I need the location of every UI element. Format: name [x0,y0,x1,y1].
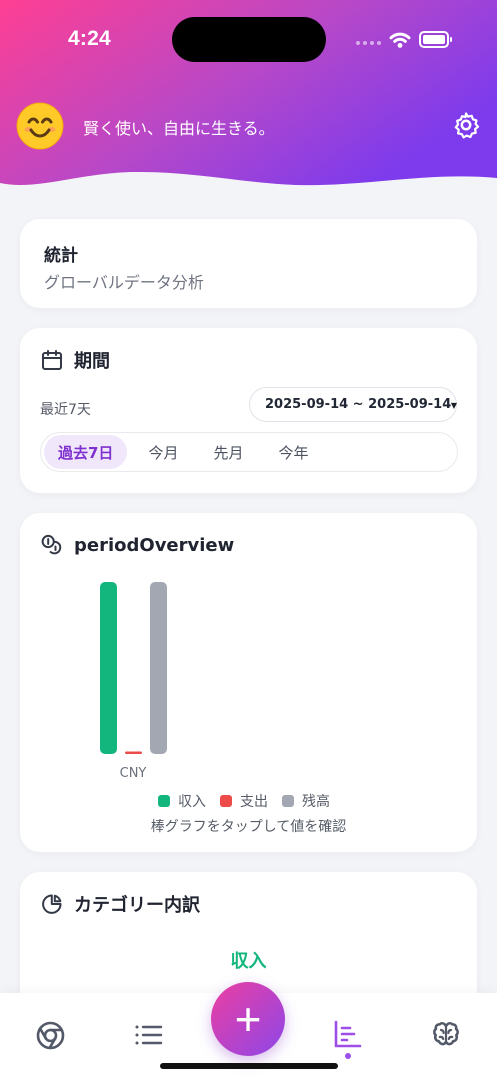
chart-hint: 棒グラフをタップして値を確認 [150,819,347,835]
wifi-icon [389,32,411,48]
gear-icon[interactable] [451,110,481,140]
chart-category-label: CNY [120,766,147,781]
period-title-row: 期間 [40,347,110,373]
brain-icon [433,1022,459,1046]
period-title: 期間 [74,351,110,372]
nav-overview[interactable] [32,1018,68,1052]
legend-balance-label: 残高 [302,794,330,810]
period-label: 最近7天 [40,402,91,418]
signal-icon [356,41,381,45]
category-income-label: 収入 [230,951,267,972]
legend-expense: 支出 [220,791,268,811]
pie-chart-icon [42,894,62,914]
nav-list[interactable] [131,1018,167,1052]
motto-text: 賢く使い、自由に生きる。 [83,119,275,138]
chart-bar-balance[interactable] [150,582,167,754]
legend-income: 収入 [158,791,206,811]
legend-expense-label: 支出 [240,794,268,810]
active-tab-indicator [345,1053,351,1059]
nav-insights[interactable] [428,1018,464,1052]
overview-title: periodOverview [74,534,235,556]
aperture-icon [36,1021,64,1049]
legend-income-label: 収入 [178,794,206,810]
tab-this-year[interactable]: 今年 [264,435,322,469]
period-overview-card: periodOverview CNY 収入 支出 残高 棒グラフをタップして値を… [20,513,477,852]
nav-statistics[interactable] [329,1018,365,1052]
bar-chart-icon [334,1020,362,1048]
add-transaction-button[interactable]: + [211,982,285,1056]
profile-header: 賢く使い、自由に生きる。 [16,100,481,152]
chart-bar-income[interactable] [100,582,117,754]
status-bar: 4:24 [0,0,497,80]
category-title-row: カテゴリー内訳 [40,891,200,917]
tab-this-month[interactable]: 今月 [134,435,192,469]
list-icon [135,1025,163,1045]
tab-past-7-days[interactable]: 過去7日 [44,435,128,469]
dynamic-island [172,17,326,62]
chart-bar-expense[interactable] [125,751,142,755]
calendar-icon [42,350,62,370]
period-tab-control: 過去7日 今月 先月 今年 [40,432,458,472]
status-time: 4:24 [68,27,111,50]
home-indicator[interactable] [160,1063,338,1069]
coins-icon [41,534,62,555]
legend-income-color [158,795,170,807]
stats-title: 統計 [44,246,78,266]
period-card: 期間 最近7天 2025-09-14 ~ 2025-09-14 ▼ 過去7日 今… [20,328,477,493]
legend-balance-color [282,795,294,807]
stats-card: 統計 グローバルデータ分析 [20,219,477,308]
smiling-face-avatar-icon [16,102,64,150]
category-title: カテゴリー内訳 [74,895,200,916]
chart-legend: 収入 支出 残高 [158,791,344,811]
dropdown-caret-icon: ▼ [450,401,457,410]
legend-expense-color [220,795,232,807]
date-range-selector[interactable]: 2025-09-14 ~ 2025-09-14 ▼ [249,387,457,422]
period-overview-bar-chart[interactable]: CNY [40,570,457,787]
date-range-value: 2025-09-14 ~ 2025-09-14 [265,397,452,412]
stats-subtitle: グローバルデータ分析 [44,273,204,292]
legend-balance: 残高 [282,791,330,811]
tab-last-month[interactable]: 先月 [199,435,257,469]
battery-icon [419,31,452,48]
plus-icon: + [234,993,262,1045]
overview-title-row: periodOverview [40,532,234,558]
